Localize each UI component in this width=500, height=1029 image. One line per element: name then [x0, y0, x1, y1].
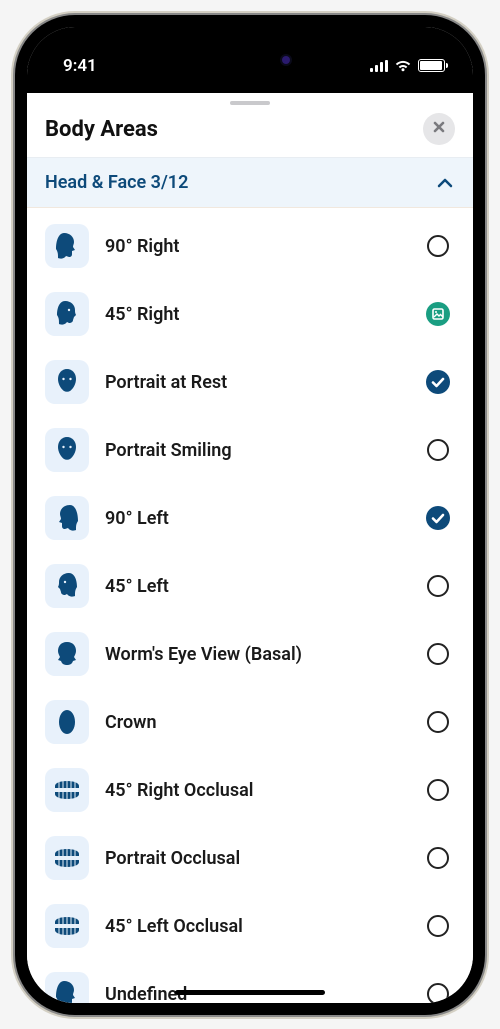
- empty-circle-icon: [427, 847, 449, 869]
- wifi-icon: [394, 59, 412, 72]
- section-label: Head & Face 3/12: [45, 172, 188, 193]
- close-icon: [432, 120, 446, 138]
- list-item-label: 45° Right Occlusal: [105, 780, 409, 801]
- status-right: [370, 59, 445, 72]
- list-item-state[interactable]: [425, 777, 451, 803]
- head-right-90-icon: [45, 972, 89, 1002]
- sheet: Body Areas Head & Face 3/12 90° Right 45°…: [27, 93, 473, 1003]
- head-right-45-icon: [45, 292, 89, 336]
- list-item-state[interactable]: [425, 233, 451, 259]
- head-right-90-icon: [45, 224, 89, 268]
- sheet-grabber[interactable]: [230, 101, 270, 106]
- teeth-icon: [45, 768, 89, 812]
- list-item[interactable]: Portrait Smiling: [27, 416, 473, 484]
- list-item[interactable]: 45° Left Occlusal: [27, 892, 473, 960]
- list-item-state[interactable]: [425, 641, 451, 667]
- list-item-label: Crown: [105, 712, 409, 733]
- list-item-label: Portrait Smiling: [105, 440, 409, 461]
- list-item-state[interactable]: [425, 437, 451, 463]
- list-item-state[interactable]: [425, 573, 451, 599]
- list-item-label: 90° Right: [105, 236, 409, 257]
- cellular-icon: [370, 60, 388, 72]
- teeth-icon: [45, 904, 89, 948]
- list-item[interactable]: Worm's Eye View (Basal): [27, 620, 473, 688]
- empty-circle-icon: [427, 983, 449, 1002]
- head-basal-icon: [45, 632, 89, 676]
- head-front-icon: [45, 428, 89, 472]
- list-item[interactable]: Portrait Occlusal: [27, 824, 473, 892]
- empty-circle-icon: [427, 439, 449, 461]
- head-left-90-icon: [45, 496, 89, 540]
- checkmark-icon: [426, 370, 450, 394]
- status-time: 9:41: [63, 56, 97, 76]
- list-item-label: 45° Left Occlusal: [105, 916, 409, 937]
- empty-circle-icon: [427, 711, 449, 733]
- list-item-label: Portrait Occlusal: [105, 848, 409, 869]
- list-item-state[interactable]: [425, 709, 451, 735]
- empty-circle-icon: [427, 575, 449, 597]
- image-badge-icon: [426, 302, 450, 326]
- phone-frame: 9:41 Body Areas Head & Face 3/: [15, 15, 485, 1015]
- list-item[interactable]: 45° Right: [27, 280, 473, 348]
- home-indicator[interactable]: [175, 990, 325, 995]
- list-item-label: 45° Left: [105, 576, 409, 597]
- empty-circle-icon: [427, 915, 449, 937]
- screen: 9:41 Body Areas Head & Face 3/: [27, 27, 473, 1003]
- list-item[interactable]: Undefined: [27, 960, 473, 1002]
- page-title: Body Areas: [45, 117, 158, 142]
- divider: [27, 207, 473, 208]
- list-item[interactable]: Crown: [27, 688, 473, 756]
- list-item-label: 90° Left: [105, 508, 409, 529]
- body-area-list[interactable]: 90° Right 45° Right Portrait at Rest Portra…: [27, 208, 473, 1002]
- checkmark-icon: [426, 506, 450, 530]
- list-item-state[interactable]: [425, 981, 451, 1002]
- list-item[interactable]: 90° Left: [27, 484, 473, 552]
- empty-circle-icon: [427, 643, 449, 665]
- battery-icon: [418, 59, 445, 72]
- head-left-45-icon: [45, 564, 89, 608]
- list-item-state[interactable]: [425, 301, 451, 327]
- list-item-state[interactable]: [425, 913, 451, 939]
- list-item[interactable]: Portrait at Rest: [27, 348, 473, 416]
- empty-circle-icon: [427, 779, 449, 801]
- head-front-icon: [45, 360, 89, 404]
- list-item-label: Worm's Eye View (Basal): [105, 644, 409, 665]
- empty-circle-icon: [427, 235, 449, 257]
- teeth-icon: [45, 836, 89, 880]
- dynamic-island: [180, 41, 320, 79]
- close-button[interactable]: [423, 113, 455, 145]
- head-crown-icon: [45, 700, 89, 744]
- list-item-label: Portrait at Rest: [105, 372, 409, 393]
- list-item-state[interactable]: [425, 505, 451, 531]
- chevron-up-icon: [437, 172, 453, 193]
- list-item[interactable]: 90° Right: [27, 212, 473, 280]
- list-item-state[interactable]: [425, 845, 451, 871]
- section-header-head-face[interactable]: Head & Face 3/12: [27, 157, 473, 207]
- list-item[interactable]: 45° Left: [27, 552, 473, 620]
- list-item[interactable]: 45° Right Occlusal: [27, 756, 473, 824]
- sheet-header: Body Areas: [27, 111, 473, 157]
- list-item-state[interactable]: [425, 369, 451, 395]
- list-item-label: 45° Right: [105, 304, 409, 325]
